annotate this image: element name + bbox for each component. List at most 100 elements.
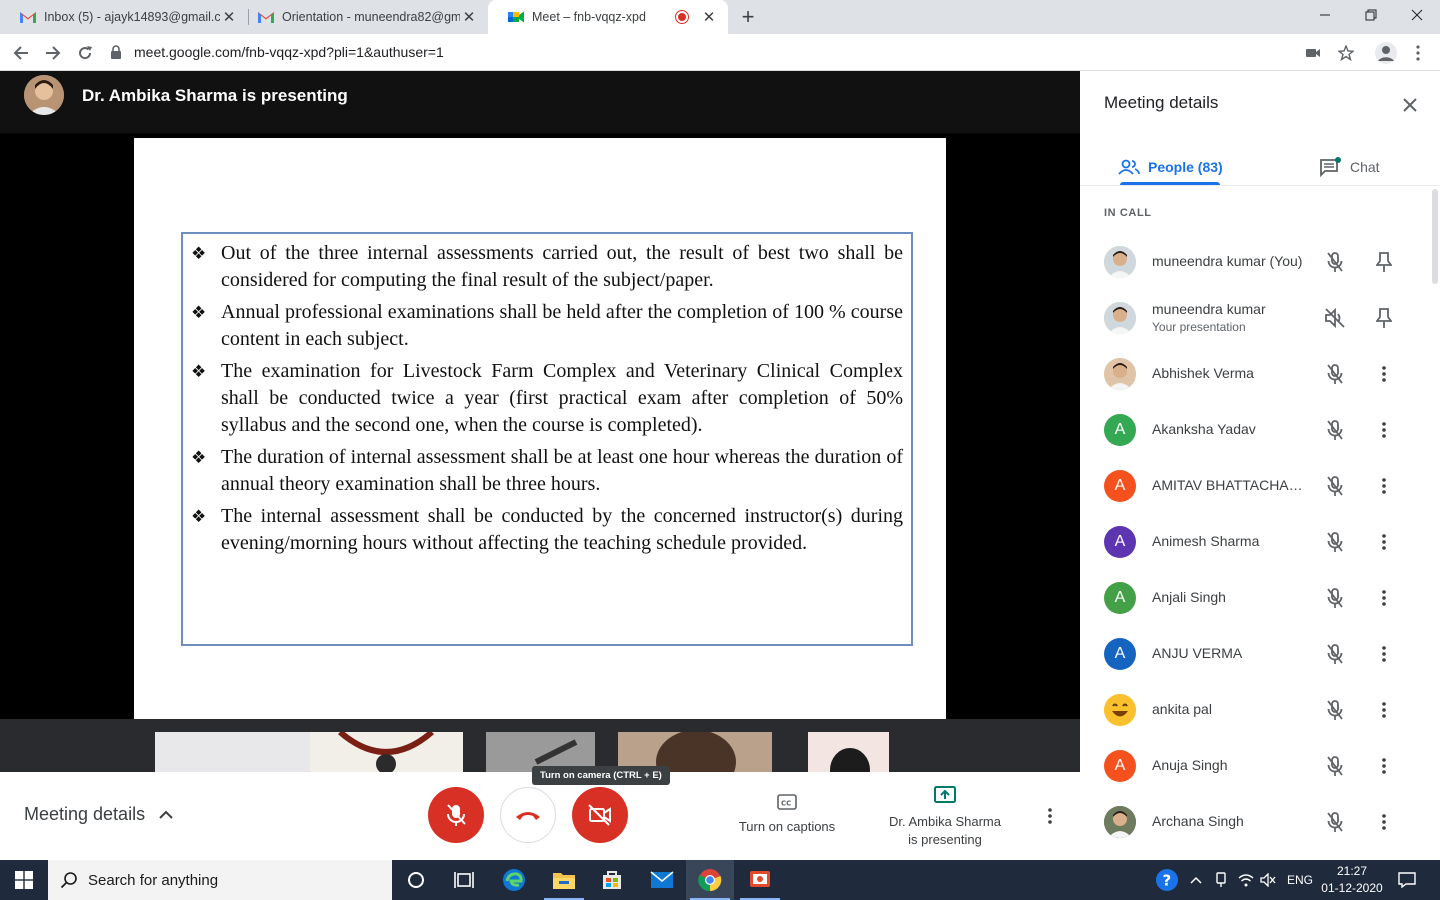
- taskbar-search-box[interactable]: Search for anything: [48, 860, 392, 900]
- participant-row[interactable]: A ANJU VERMA: [1080, 626, 1430, 682]
- network-button[interactable]: [1238, 870, 1254, 890]
- more-vertical-icon[interactable]: [1372, 418, 1396, 442]
- more-vertical-icon[interactable]: [1372, 698, 1396, 722]
- back-button[interactable]: [8, 40, 34, 66]
- cortana-button[interactable]: [392, 860, 440, 900]
- meet-icon: [508, 9, 524, 25]
- participant-name: muneendra kumar: [1152, 301, 1266, 317]
- bookmark-button[interactable]: [1335, 42, 1357, 64]
- in-call-section-label: IN CALL: [1104, 207, 1152, 219]
- close-icon[interactable]: ✕: [700, 8, 718, 26]
- more-vertical-icon[interactable]: [1372, 754, 1396, 778]
- edge-browser-button[interactable]: [490, 860, 538, 900]
- store-button[interactable]: [588, 860, 636, 900]
- slide-bullet: ❖ The duration of internal assessment sha…: [191, 446, 903, 495]
- tab-meet[interactable]: Meet – fnb-vqqz-xpd ✕: [488, 0, 728, 34]
- microphone-off-icon: [1324, 418, 1346, 442]
- phone-hangup-icon: [516, 812, 540, 820]
- participant-row[interactable]: A Akanksha Yadav: [1080, 402, 1430, 458]
- mail-button[interactable]: [638, 860, 686, 900]
- pin-icon[interactable]: [1372, 306, 1396, 330]
- presenting-label: is presenting: [908, 832, 982, 847]
- file-explorer-button[interactable]: [540, 860, 588, 900]
- participant-name: Anjali Singh: [1152, 589, 1226, 605]
- pin-icon[interactable]: [1372, 250, 1396, 274]
- meeting-details-panel: Meeting details People (83) Chat IN CALL…: [1080, 71, 1440, 860]
- participant-row[interactable]: Abhishek Verma: [1080, 346, 1430, 402]
- meet-stage: Dr. Ambika Sharma is presenting ❖ Out of …: [0, 71, 1080, 772]
- camera-blocked-button[interactable]: [1302, 42, 1324, 64]
- panel-close-button[interactable]: [1398, 93, 1422, 117]
- tab-chat[interactable]: Chat: [1320, 149, 1380, 185]
- slide-bullet: ❖ The examination for Livestock Farm Comp…: [191, 360, 903, 436]
- new-tab-button[interactable]: +: [736, 4, 760, 30]
- more-vertical-icon[interactable]: [1372, 530, 1396, 554]
- present-screen-icon: [934, 786, 956, 803]
- tab-gmail-orientation[interactable]: Orientation - muneendra82@gm ✕: [238, 0, 488, 34]
- participant-row[interactable]: A AMITAV BHATTACHARYYA: [1080, 458, 1430, 514]
- forward-button[interactable]: [40, 40, 66, 66]
- participant-row[interactable]: muneendra kumar (You): [1080, 234, 1430, 290]
- participant-row[interactable]: muneendra kumar Your presentation: [1080, 290, 1430, 346]
- more-vertical-icon[interactable]: [1372, 586, 1396, 610]
- notifications-button[interactable]: [1398, 870, 1416, 890]
- panel-scrollbar[interactable]: [1432, 189, 1438, 284]
- more-options-button[interactable]: [1040, 804, 1060, 828]
- microphone-toggle-button[interactable]: [428, 787, 484, 843]
- restore-button[interactable]: [1348, 0, 1394, 30]
- avatar: [1104, 806, 1136, 838]
- volume-button[interactable]: [1260, 870, 1276, 890]
- powerpoint-button[interactable]: [736, 860, 784, 900]
- tab-people[interactable]: People (83): [1118, 149, 1223, 185]
- leave-call-button[interactable]: [500, 787, 556, 843]
- show-hidden-icons-button[interactable]: [1190, 870, 1202, 890]
- participant-tile[interactable]: [155, 732, 310, 772]
- mail-icon: [650, 871, 674, 888]
- browser-menu-button[interactable]: [1407, 42, 1429, 64]
- participant-row[interactable]: ankita pal: [1080, 682, 1430, 738]
- participant-tile[interactable]: [808, 732, 889, 772]
- address-bar[interactable]: meet.google.com/fnb-vqqz-xpd?pli=1&authu…: [110, 37, 1370, 67]
- system-clock[interactable]: 21:27 01-12-2020: [1316, 863, 1388, 897]
- profile-avatar[interactable]: [1375, 42, 1397, 64]
- more-vertical-icon[interactable]: [1372, 474, 1396, 498]
- participant-row[interactable]: A Anuja Singh: [1080, 738, 1430, 794]
- participant-row[interactable]: A Anjali Singh: [1080, 570, 1430, 626]
- tab-gmail-inbox[interactable]: Inbox (5) - ajayk14893@gmail.co ✕: [0, 0, 248, 34]
- presenter-avatar: [24, 75, 64, 115]
- participant-tile[interactable]: [310, 729, 463, 772]
- search-icon: [60, 872, 77, 889]
- chrome-button[interactable]: [686, 860, 734, 900]
- people-tab-label: People (83): [1148, 159, 1223, 175]
- search-placeholder: Search for anything: [88, 871, 219, 889]
- participant-row[interactable]: A Animesh Sharma: [1080, 514, 1430, 570]
- microphone-off-icon: [1324, 698, 1346, 722]
- microphone-off-icon: [1324, 754, 1346, 778]
- usb-device-icon: [1216, 872, 1226, 887]
- notification-icon: [1398, 872, 1416, 888]
- minimize-button[interactable]: [1302, 0, 1348, 30]
- more-vertical-icon[interactable]: [1372, 362, 1396, 386]
- participant-row[interactable]: Archana Singh: [1080, 794, 1430, 850]
- close-icon[interactable]: ✕: [460, 8, 478, 26]
- device-tray-icon[interactable]: [1214, 870, 1228, 890]
- window-close-button[interactable]: [1394, 0, 1440, 30]
- more-vertical-icon[interactable]: [1372, 642, 1396, 666]
- start-button[interactable]: [0, 860, 48, 900]
- participant-name: AMITAV BHATTACHARYYA: [1152, 477, 1312, 493]
- input-language-button[interactable]: ENG: [1287, 870, 1313, 890]
- meeting-details-button[interactable]: Meeting details: [24, 804, 173, 825]
- camera-toggle-button[interactable]: [572, 787, 628, 843]
- reload-button[interactable]: [72, 40, 98, 66]
- microphone-off-icon: [1324, 250, 1346, 274]
- meeting-details-label: Meeting details: [24, 804, 146, 824]
- chevron-up-icon: [159, 810, 173, 819]
- more-vertical-icon[interactable]: [1372, 810, 1396, 834]
- presenting-button[interactable]: Dr. Ambika Sharma is presenting: [880, 786, 1010, 849]
- task-view-button[interactable]: [440, 860, 488, 900]
- captions-button[interactable]: CC Turn on captions: [728, 794, 846, 834]
- close-icon[interactable]: ✕: [220, 8, 238, 26]
- help-button[interactable]: ?: [1155, 869, 1179, 891]
- avatar-icon: [1375, 42, 1397, 64]
- chrome-icon: [698, 869, 722, 892]
